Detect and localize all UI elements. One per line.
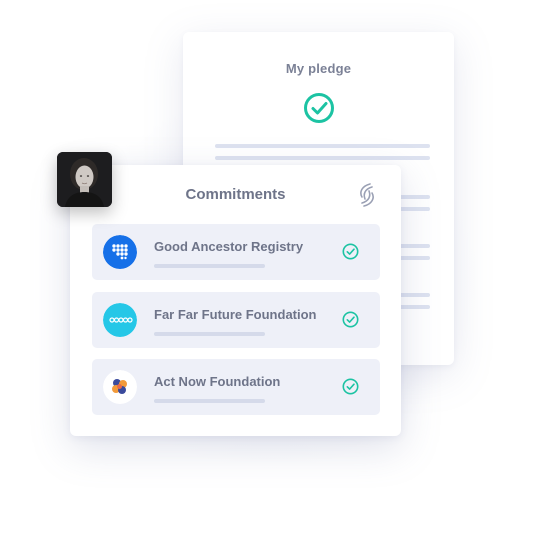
commitments-card: Commitments Good Ancestor Registry Far F…	[70, 165, 401, 436]
check-circle-icon	[342, 243, 359, 260]
far-future-logo	[103, 303, 137, 337]
commitment-item-good-ancestor-registry[interactable]: Good Ancestor Registry	[92, 224, 380, 280]
user-avatar	[57, 152, 112, 207]
check-circle-icon	[304, 93, 334, 123]
commitment-item-act-now-foundation[interactable]: Act Now Foundation	[92, 359, 380, 415]
commitments-title: Commitments	[185, 186, 286, 203]
placeholder-bar	[154, 399, 265, 403]
commitment-item-far-far-future-foundation[interactable]: Far Far Future Foundation	[92, 292, 380, 348]
placeholder-bar	[154, 332, 265, 336]
pledge-title: My pledge	[285, 61, 352, 76]
good-ancestor-logo	[103, 235, 137, 269]
commitment-name: Act Now Foundation	[154, 374, 281, 389]
check-circle-icon	[342, 311, 359, 328]
placeholder-bar	[154, 264, 265, 268]
check-circle-icon	[342, 378, 359, 395]
brand-swirl-icon	[360, 183, 374, 207]
portrait-image	[57, 152, 112, 207]
pledge-illustration: My pledge Commitments Good Ancestor Regi…	[0, 0, 536, 540]
placeholder-line	[215, 156, 430, 160]
placeholder-line	[215, 144, 430, 148]
act-now-logo	[103, 370, 137, 404]
commitment-name: Far Far Future Foundation	[154, 307, 317, 322]
commitment-name: Good Ancestor Registry	[154, 239, 304, 254]
